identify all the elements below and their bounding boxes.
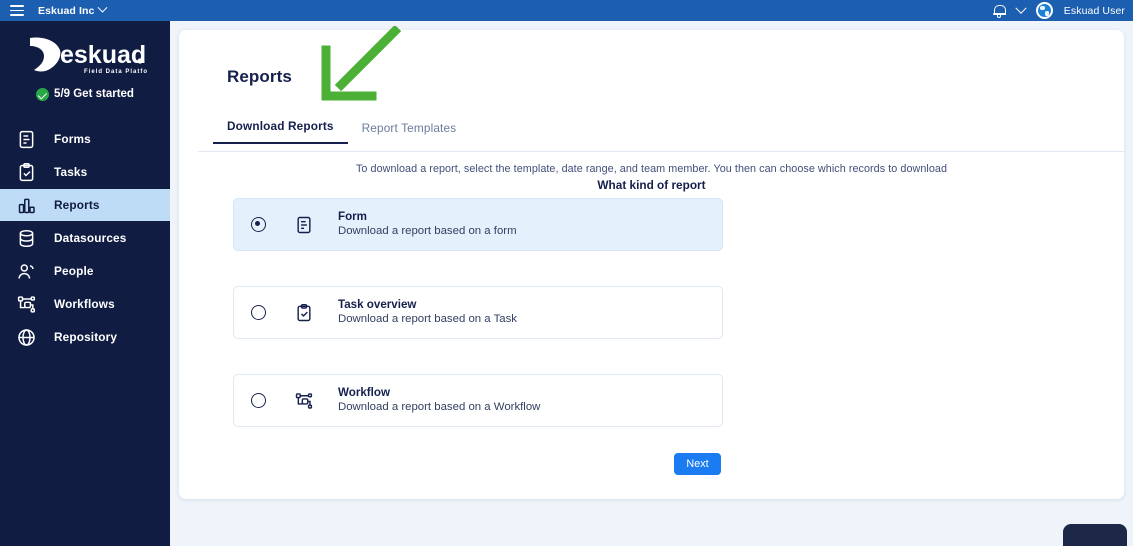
people-icon bbox=[18, 263, 34, 279]
eskuad-logo-icon: eskuad Field Data Platform bbox=[29, 37, 148, 75]
hamburger-menu-icon[interactable] bbox=[10, 5, 24, 16]
sidebar-item-label: Reports bbox=[54, 198, 100, 212]
clipboard-check-icon bbox=[19, 162, 34, 181]
tab-download-reports[interactable]: Download Reports bbox=[213, 119, 348, 144]
bar-chart-icon bbox=[18, 198, 35, 213]
option-subtitle: Download a report based on a Task bbox=[338, 313, 517, 326]
option-title: Workflow bbox=[338, 385, 390, 399]
header-right-group: Eskuad User bbox=[992, 2, 1133, 19]
option-text-group: Task overview Download a report based on… bbox=[338, 297, 517, 329]
page-title: Reports bbox=[227, 67, 292, 86]
workflow-nodes-icon bbox=[17, 295, 36, 313]
tab-report-templates[interactable]: Report Templates bbox=[348, 121, 471, 144]
clipboard-check-icon bbox=[297, 303, 311, 321]
sidebar-item-tasks[interactable]: Tasks bbox=[0, 156, 170, 188]
globe-icon bbox=[18, 328, 35, 346]
main-content: Reports Download Reports Report Template… bbox=[170, 21, 1133, 546]
option-workflow[interactable]: Workflow Download a report based on a Wo… bbox=[233, 374, 723, 427]
top-header-bar: Eskuad Inc Eskuad User bbox=[0, 0, 1133, 21]
sidebar-item-reports[interactable]: Reports bbox=[0, 189, 170, 221]
sidebar-item-datasources[interactable]: Datasources bbox=[0, 222, 170, 254]
option-title: Task overview bbox=[338, 297, 417, 311]
sidebar-item-repository[interactable]: Repository bbox=[0, 321, 170, 353]
radio-form[interactable] bbox=[251, 217, 266, 232]
sidebar-item-label: Forms bbox=[54, 132, 91, 146]
user-name-label[interactable]: Eskuad User bbox=[1064, 5, 1125, 17]
tab-divider bbox=[198, 150, 1124, 152]
option-form[interactable]: Form Download a report based on a form bbox=[233, 198, 723, 251]
sidebar-item-label: Workflows bbox=[54, 297, 115, 311]
org-switcher-label[interactable]: Eskuad Inc bbox=[38, 5, 94, 17]
form-document-icon bbox=[297, 216, 311, 233]
sidebar-item-workflows[interactable]: Workflows bbox=[0, 288, 170, 320]
tab-bar: Download Reports Report Templates bbox=[213, 119, 470, 144]
sidebar-item-label: Tasks bbox=[54, 165, 88, 179]
svg-text:Field Data Platform: Field Data Platform bbox=[84, 69, 148, 75]
option-subtitle: Download a report based on a form bbox=[338, 225, 517, 238]
sidebar-item-label: Datasources bbox=[54, 231, 127, 245]
sidebar-nav: Forms Tasks Reports Datasources People W… bbox=[0, 123, 170, 353]
get-started-badge[interactable]: 5/9 Get started bbox=[0, 81, 170, 107]
instructions-text: To download a report, select the templat… bbox=[355, 163, 948, 175]
sidebar-item-people[interactable]: People bbox=[0, 255, 170, 287]
option-title: Form bbox=[338, 209, 367, 223]
sidebar-item-label: Repository bbox=[54, 330, 118, 344]
get-started-label: 5/9 Get started bbox=[54, 88, 134, 100]
svg-text:eskuad: eskuad bbox=[60, 41, 146, 69]
option-text-group: Workflow Download a report based on a Wo… bbox=[338, 385, 540, 417]
radio-task-overview[interactable] bbox=[251, 305, 266, 320]
form-document-icon bbox=[19, 130, 34, 148]
report-type-options: Form Download a report based on a form T… bbox=[233, 198, 723, 462]
option-task-overview[interactable]: Task overview Download a report based on… bbox=[233, 286, 723, 339]
option-text-group: Form Download a report based on a form bbox=[338, 209, 517, 241]
globe-avatar-icon bbox=[1037, 4, 1051, 17]
brand-logo: eskuad Field Data Platform bbox=[0, 21, 170, 83]
chevron-down-icon[interactable] bbox=[98, 2, 108, 13]
option-subtitle: Download a report based on a Workflow bbox=[338, 401, 541, 414]
check-circle-icon bbox=[36, 87, 50, 101]
app-root: Eskuad Inc Eskuad User eskuad Field Data… bbox=[0, 0, 1133, 546]
section-subheading: What kind of report bbox=[597, 178, 706, 192]
sidebar: eskuad Field Data Platform 5/9 Get start… bbox=[0, 21, 170, 546]
chat-bubble-icon[interactable] bbox=[1063, 524, 1127, 546]
reports-panel: Reports Download Reports Report Template… bbox=[179, 30, 1124, 499]
sidebar-item-label: People bbox=[54, 264, 94, 278]
radio-workflow[interactable] bbox=[251, 393, 266, 408]
avatar[interactable] bbox=[1035, 2, 1053, 19]
chevron-down-icon[interactable] bbox=[1015, 2, 1027, 14]
next-button[interactable]: Next bbox=[674, 453, 721, 475]
sidebar-item-forms[interactable]: Forms bbox=[0, 123, 170, 155]
database-icon bbox=[19, 229, 34, 247]
workflow-nodes-icon bbox=[295, 392, 313, 409]
bell-icon[interactable] bbox=[992, 4, 1007, 18]
